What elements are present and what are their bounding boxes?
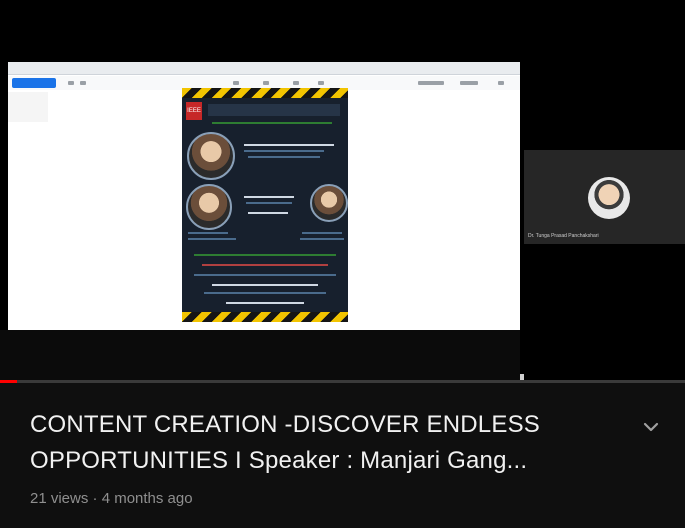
toolbar-icon <box>498 81 504 85</box>
poster-text-line <box>248 212 288 214</box>
poster-text-line <box>194 254 336 256</box>
video-progress-fill <box>0 380 18 383</box>
poster-text-line <box>246 202 292 204</box>
poster-text-line <box>244 196 294 198</box>
poster-text-line <box>244 144 334 146</box>
event-poster: IEEE <box>182 88 348 322</box>
video-item: IEEE Dr. Tunga Prasad Panchakshari CONTE… <box>0 0 685 528</box>
toolbar-icon <box>80 81 86 85</box>
poster-text-line <box>202 264 328 266</box>
video-progress-bar[interactable] <box>0 380 685 383</box>
video-title[interactable]: CONTENT CREATION -DISCOVER ENDLESS OPPOR… <box>30 407 620 479</box>
participant-avatar <box>588 177 630 219</box>
poster-text-line <box>194 274 336 276</box>
toolbar-icon <box>318 81 324 85</box>
poster-logo: IEEE <box>186 102 202 120</box>
poster-text-line <box>248 156 320 158</box>
hazard-stripe-bottom <box>182 312 348 322</box>
toolbar-icon <box>68 81 74 85</box>
toolbar-icon <box>263 81 269 85</box>
viewer-primary-button <box>12 78 56 88</box>
hazard-stripe-top <box>182 88 348 98</box>
poster-text-line <box>226 302 304 304</box>
poster-text-line <box>188 238 236 240</box>
poster-text-line <box>244 150 324 152</box>
poster-text-line <box>204 292 326 294</box>
toolbar-icon <box>233 81 239 85</box>
video-meta: 21 views · 4 months ago <box>30 490 193 507</box>
speaker-photo <box>187 132 235 180</box>
side-panel <box>8 92 48 122</box>
toolbar-icon <box>460 81 478 85</box>
video-player[interactable]: IEEE Dr. Tunga Prasad Panchakshari <box>0 0 685 380</box>
toolbar-icon <box>293 81 299 85</box>
poster-header <box>208 104 340 116</box>
expand-description-button[interactable] <box>636 412 666 442</box>
toolbar-icon <box>418 81 444 85</box>
poster-text-line <box>212 122 332 124</box>
video-letterbox <box>0 330 520 380</box>
poster-text-line <box>212 284 318 286</box>
browser-tab-bar <box>8 62 520 75</box>
speaker-photo <box>186 184 232 230</box>
poster-text-line <box>300 238 344 240</box>
speaker-photo <box>310 184 348 222</box>
chevron-down-icon <box>643 422 659 432</box>
poster-text-line <box>302 232 342 234</box>
participant-name: Dr. Tunga Prasad Panchakshari <box>528 233 599 239</box>
poster-text-line <box>188 232 228 234</box>
